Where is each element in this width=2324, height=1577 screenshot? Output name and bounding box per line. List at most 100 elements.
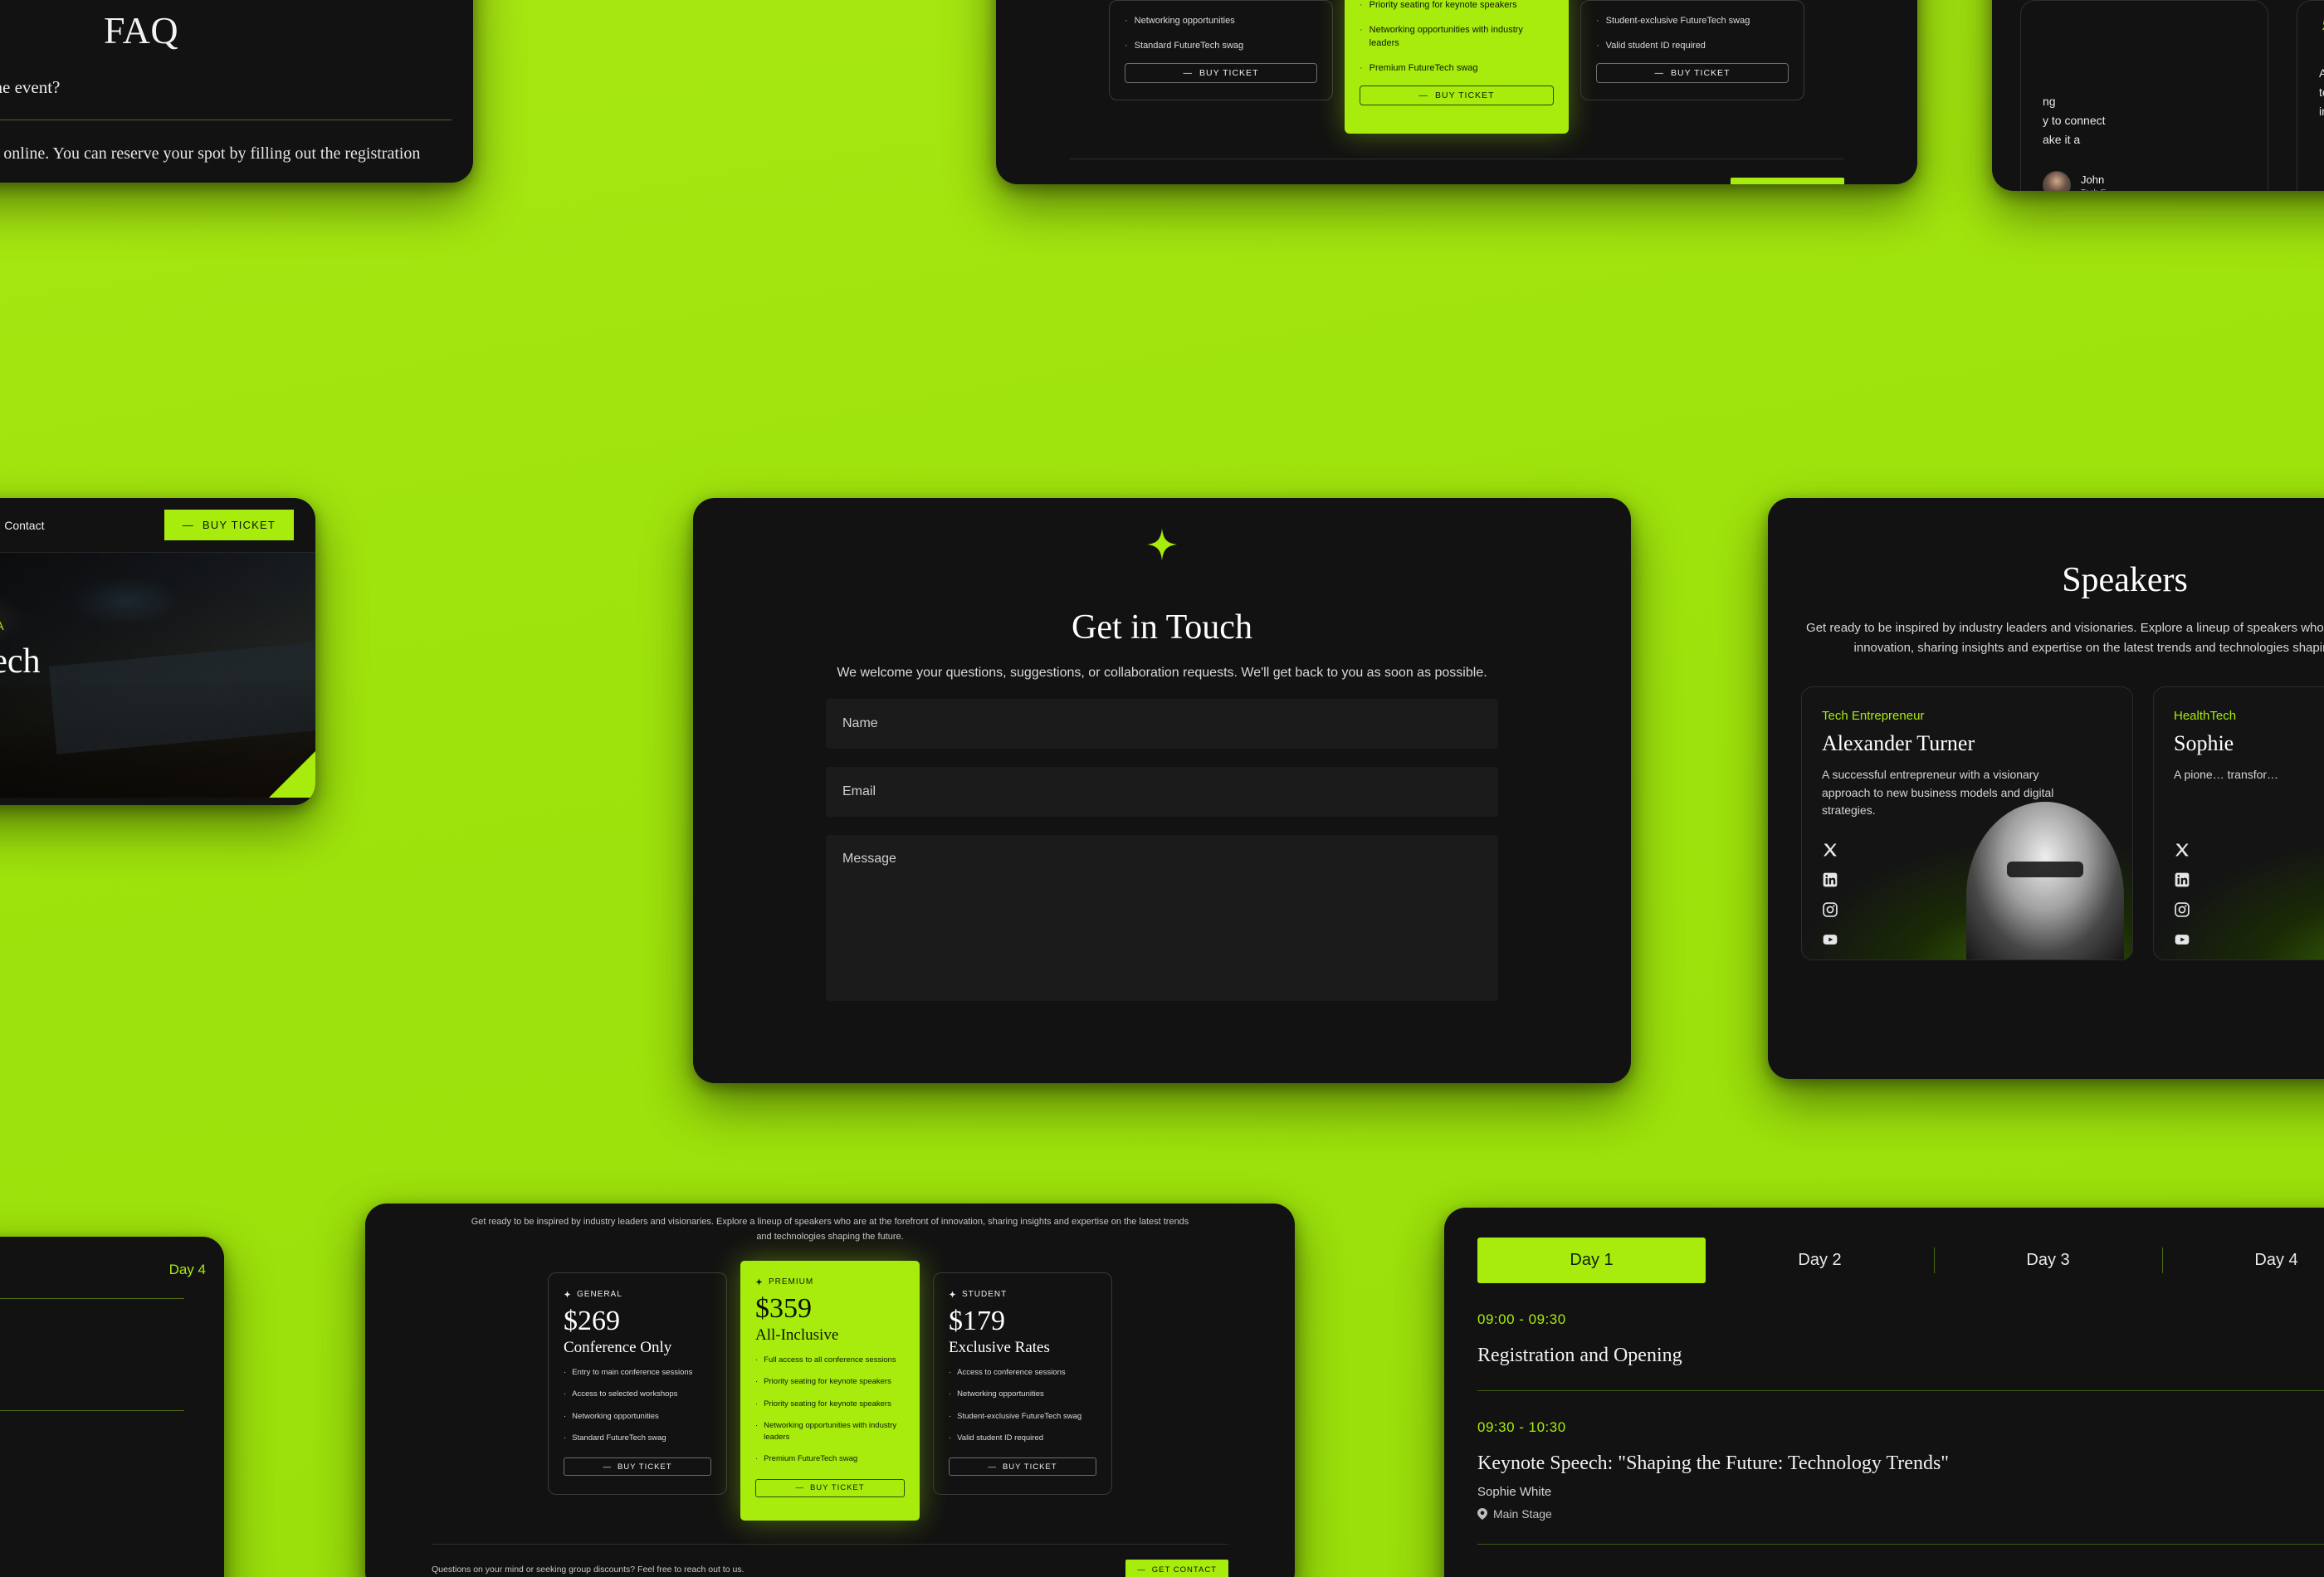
- plan-price: $269: [564, 1306, 620, 1337]
- x-icon[interactable]: [2174, 842, 2190, 858]
- feature-text: Standard FutureTech swag: [1134, 40, 1244, 51]
- linkedin-icon[interactable]: [2174, 872, 2190, 888]
- buy-ticket-button[interactable]: — BUY TICKET: [1596, 63, 1789, 83]
- bullet-icon: ·: [1360, 0, 1363, 10]
- navbar: out Us Schedule Gallery Contact — BUY TI…: [0, 498, 315, 553]
- dash-icon: —: [1137, 1565, 1146, 1575]
- feature-text: Priority seating for keynote speakers: [764, 1377, 891, 1387]
- plan-tier-label: GENERAL: [577, 1290, 622, 1300]
- speaker-name: Sophie: [2174, 731, 2234, 755]
- dash-icon: —: [1418, 90, 1429, 100]
- faq-question-1[interactable]: How can I register for the event?: [0, 52, 452, 120]
- speakers-card: Speakers Get ready to be inspired by ind…: [1768, 498, 2324, 1079]
- instagram-icon[interactable]: [1822, 901, 1838, 918]
- pricing-column-student: · Student-exclusive FutureTech swag · Va…: [1580, 0, 1804, 100]
- speaker-card-alexander-turner[interactable]: Tech Entrepreneur Alexander Turner A suc…: [1801, 686, 2133, 960]
- session-title: Keynote Speech: "Shaping the Future: Tec…: [1477, 1452, 1950, 1474]
- get-contact-button[interactable]: — GET CONTACT: [1731, 178, 1844, 184]
- speakers-title: Speakers: [2062, 561, 2188, 599]
- tab-day-2[interactable]: Day 2: [1706, 1238, 1934, 1283]
- bullet-icon: ·: [949, 1368, 952, 1378]
- pricing-intro-text: Get ready to be inspired by industry lea…: [471, 1217, 1189, 1242]
- hero-body: 7th Aug, 2024 • San Jose, CA bal FutureT…: [0, 553, 315, 798]
- message-input[interactable]: Message: [826, 835, 1498, 1001]
- pricing-plan-student: STUDENT $179 Exclusive Rates · Access to …: [933, 1272, 1112, 1496]
- buy-ticket-button[interactable]: — BUY TICKET: [1125, 63, 1317, 83]
- buy-ticket-label: BUY TICKET: [1435, 90, 1495, 100]
- bullet-icon: ·: [949, 1389, 952, 1399]
- pricing-plan-general: GENERAL $269 Conference Only · Entry to m…: [548, 1272, 727, 1496]
- bullet-icon: ·: [1125, 40, 1128, 51]
- dash-icon: —: [182, 519, 194, 531]
- linkedin-icon[interactable]: [1822, 872, 1838, 888]
- schedule-tabs: Day 1 Day 2 Day 3 Day 4: [1444, 1208, 2324, 1283]
- plan-feature: · Premium FutureTech swag: [755, 1453, 905, 1465]
- testimonial-item: ’’ An extraord tech knowle insightful sp: [2297, 0, 2324, 191]
- schedule-card-right: Day 1 Day 2 Day 3 Day 4 09:00 - 09:30 Re…: [1444, 1208, 2324, 1577]
- bullet-icon: ·: [949, 1411, 952, 1421]
- speakers-grid: Tech Entrepreneur Alexander Turner A suc…: [1768, 658, 2324, 960]
- testimonials-card: ng y to connect ake it a John Tech E ’’ …: [1992, 0, 2324, 191]
- testimonial-text: An extraord tech knowle insightful sp: [2319, 66, 2324, 119]
- x-icon[interactable]: [1822, 842, 1838, 858]
- bullet-icon: ·: [755, 1355, 759, 1365]
- buy-ticket-button[interactable]: — BUY TICKET: [1360, 85, 1554, 105]
- feature-text: Student-exclusive FutureTech swag: [1605, 16, 1750, 26]
- tab-day-4[interactable]: Day 4: [169, 1262, 206, 1278]
- plan-name: Exclusive Rates: [949, 1339, 1050, 1357]
- speaker-card-sophie[interactable]: HealthTech Sophie A pione… transfor…: [2153, 686, 2324, 960]
- buy-ticket-button[interactable]: — BUY TICKET: [949, 1457, 1096, 1477]
- session-title: Registration and Opening: [1477, 1345, 1682, 1366]
- pricing-card-top: · Networking opportunities · Standard Fu…: [996, 0, 1917, 184]
- feature-text: Networking opportunities: [1134, 16, 1235, 26]
- bullet-icon: ·: [564, 1411, 567, 1421]
- feature-text: Priority seating for keynote speakers: [764, 1399, 891, 1409]
- dash-icon: —: [1183, 68, 1194, 78]
- pricing-feature: · Priority seating for keynote speakers: [1360, 0, 1554, 12]
- youtube-icon[interactable]: [1822, 931, 1838, 948]
- pricing-column-premium: · Priority seating for keynote speakers …: [1345, 0, 1569, 134]
- feature-text: Priority seating for keynote speakers: [1369, 0, 1517, 10]
- bullet-icon: ·: [1360, 62, 1363, 73]
- nav-links: out Us Schedule Gallery Contact: [0, 519, 44, 532]
- sparkle-icon: [1147, 528, 1177, 561]
- buy-ticket-button[interactable]: — BUY TICKET: [564, 1457, 711, 1477]
- hero-scrim: [0, 553, 315, 798]
- hero-title: bal FutureTech Conference: [0, 642, 40, 719]
- pricing-footer: Questions on your mind or seeking group …: [365, 1545, 1295, 1577]
- hero-date-location: 7th Aug, 2024 • San Jose, CA: [0, 619, 40, 633]
- buy-ticket-button[interactable]: — BUY TICKET: [755, 1478, 905, 1497]
- pricing-feature: · Valid student ID required: [1596, 39, 1789, 53]
- avatar: [2043, 171, 2071, 191]
- pricing-top-grid: · Networking opportunities · Standard Fu…: [996, 0, 1917, 134]
- tab-day-3[interactable]: Day 3: [1934, 1238, 2162, 1283]
- feature-text: Student-exclusive FutureTech swag: [957, 1411, 1082, 1421]
- schedule-row: 09:30 - 10:30 Keynote Speech: "Shaping t…: [1444, 1391, 2324, 1521]
- session-speaker: Sophie White: [1477, 1485, 1552, 1499]
- get-contact-button[interactable]: — GET CONTACT: [1125, 1559, 1228, 1577]
- bullet-icon: ·: [1596, 40, 1599, 51]
- email-input[interactable]: Email: [826, 767, 1498, 817]
- buy-ticket-button[interactable]: — BUY TICKET: [164, 510, 294, 540]
- nav-link-contact[interactable]: Contact: [4, 519, 44, 532]
- dash-icon: —: [795, 1483, 804, 1493]
- schedule-row: 09:00 - 09:30 Registration and Opening: [1444, 1283, 2324, 1367]
- tab-day-4[interactable]: Day 4: [2162, 1238, 2324, 1283]
- tab-day-1[interactable]: Day 1: [1477, 1238, 1706, 1283]
- youtube-icon[interactable]: [2174, 931, 2190, 948]
- contact-subtitle: We welcome your questions, suggestions, …: [837, 666, 1487, 680]
- plan-price: $179: [949, 1306, 1005, 1337]
- contact-title: Get in Touch: [1072, 608, 1252, 647]
- dash-icon: —: [1654, 68, 1665, 78]
- pricing-feature: · Standard FutureTech swag: [1125, 39, 1317, 53]
- session-location: Main Stage: [1477, 1507, 2324, 1521]
- name-input[interactable]: Name: [826, 699, 1498, 749]
- testimonial-item: ng y to connect ake it a John Tech E: [2020, 0, 2268, 191]
- plan-feature: · Standard FutureTech swag: [564, 1433, 711, 1444]
- bullet-icon: ·: [949, 1433, 952, 1443]
- plan-feature: · Access to conference sessions: [949, 1367, 1096, 1379]
- quote-mark-icon: ’’: [2319, 16, 2324, 49]
- pricing-feature: · Student-exclusive FutureTech swag: [1596, 14, 1789, 28]
- instagram-icon[interactable]: [2174, 901, 2190, 918]
- speaker-photo: [1966, 802, 2124, 959]
